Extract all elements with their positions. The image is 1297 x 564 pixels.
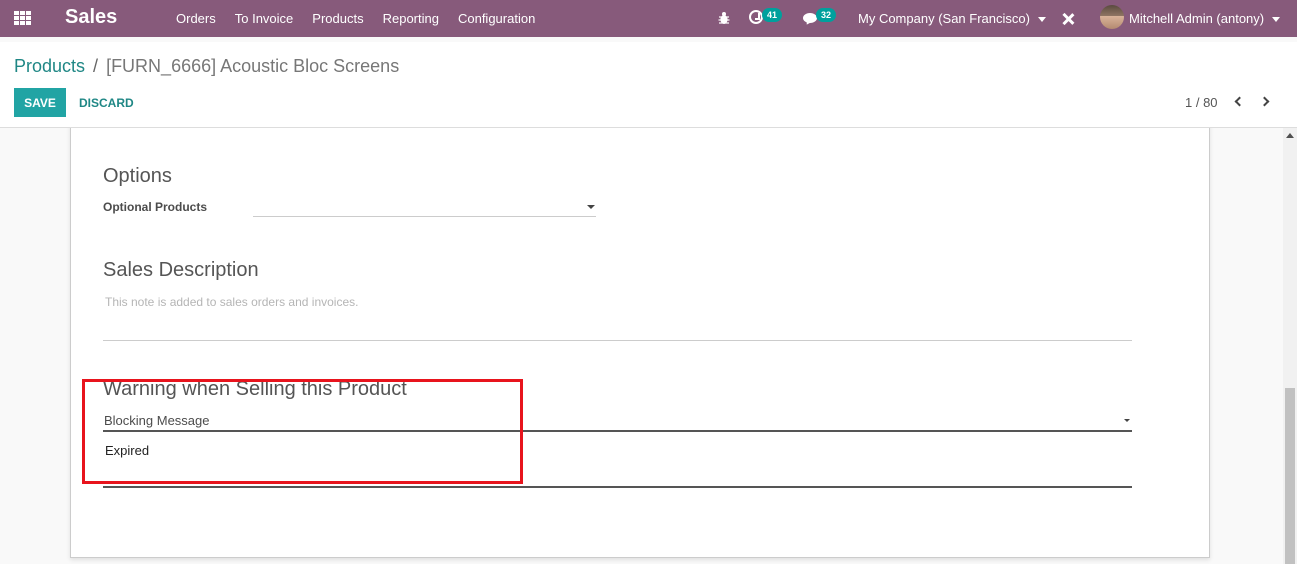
tools-icon[interactable] <box>1061 12 1075 26</box>
menu-item-orders[interactable]: Orders <box>176 11 216 26</box>
optional-products-label: Optional Products <box>103 200 208 214</box>
form-sheet: Options Optional Products Sales Descript… <box>70 128 1210 558</box>
company-name: My Company (San Francisco) <box>858 11 1030 26</box>
control-panel: Products / [FURN_6666] Acoustic Bloc Scree… <box>0 42 1297 128</box>
options-title: Options <box>103 165 172 187</box>
warning-type-value: Blocking Message <box>104 413 210 428</box>
menu-item-to-invoice[interactable]: To Invoice <box>235 11 294 26</box>
chat-icon[interactable] <box>803 13 817 23</box>
scroll-thumb[interactable] <box>1285 388 1295 564</box>
breadcrumb-products[interactable]: Products <box>14 56 85 76</box>
company-switcher[interactable]: My Company (San Francisco) <box>858 11 1046 26</box>
user-name: Mitchell Admin (antony) <box>1129 11 1265 26</box>
dropdown-caret-icon <box>587 205 595 209</box>
main-menu: Orders To Invoice Products Reporting Con… <box>176 11 554 26</box>
pager-value[interactable]: 1 / 80 <box>1185 95 1218 110</box>
menu-item-products[interactable]: Products <box>312 11 363 26</box>
sales-description-field[interactable] <box>103 279 1132 341</box>
vertical-scrollbar[interactable] <box>1283 128 1297 564</box>
message-count-badge: 32 <box>816 8 837 22</box>
pager-next-button[interactable] <box>1259 95 1273 109</box>
menu-item-configuration[interactable]: Configuration <box>458 11 535 26</box>
user-caret-icon <box>1272 17 1281 23</box>
warning-message-text: Expired <box>105 443 150 458</box>
optional-products-field[interactable] <box>253 196 596 217</box>
apps-grid-icon[interactable] <box>14 11 31 25</box>
breadcrumb: Products / [FURN_6666] Acoustic Bloc Scree… <box>14 56 399 77</box>
sales-description-placeholder: This note is added to sales orders and i… <box>105 295 359 309</box>
discard-button[interactable]: DISCARD <box>79 96 134 110</box>
user-menu[interactable]: Mitchell Admin (antony) <box>1129 11 1281 26</box>
chevron-right-icon <box>1259 96 1270 107</box>
user-avatar[interactable] <box>1100 5 1124 29</box>
warning-message-field[interactable]: Expired <box>103 439 1132 488</box>
form-view: Options Optional Products Sales Descript… <box>0 128 1283 564</box>
save-button[interactable]: SAVE <box>14 88 66 117</box>
activity-count-badge: 41 <box>762 8 783 22</box>
app-name[interactable]: Sales <box>65 6 117 29</box>
activity-clock-icon[interactable] <box>749 10 763 24</box>
chevron-left-icon <box>1234 96 1245 107</box>
scroll-up-arrow-icon[interactable] <box>1286 133 1294 138</box>
warning-type-select[interactable]: Blocking Message <box>103 409 1132 432</box>
bug-icon[interactable] <box>718 11 730 25</box>
company-caret-icon <box>1037 17 1046 23</box>
menu-item-reporting[interactable]: Reporting <box>383 11 439 26</box>
top-navbar: Sales Orders To Invoice Products Reporti… <box>0 0 1297 37</box>
dropdown-caret-icon <box>1124 419 1130 422</box>
breadcrumb-separator: / <box>93 56 99 76</box>
pager-previous-button[interactable] <box>1233 95 1245 109</box>
breadcrumb-current: [FURN_6666] Acoustic Bloc Screens <box>106 56 400 76</box>
warning-title: Warning when Selling this Product <box>103 378 407 400</box>
